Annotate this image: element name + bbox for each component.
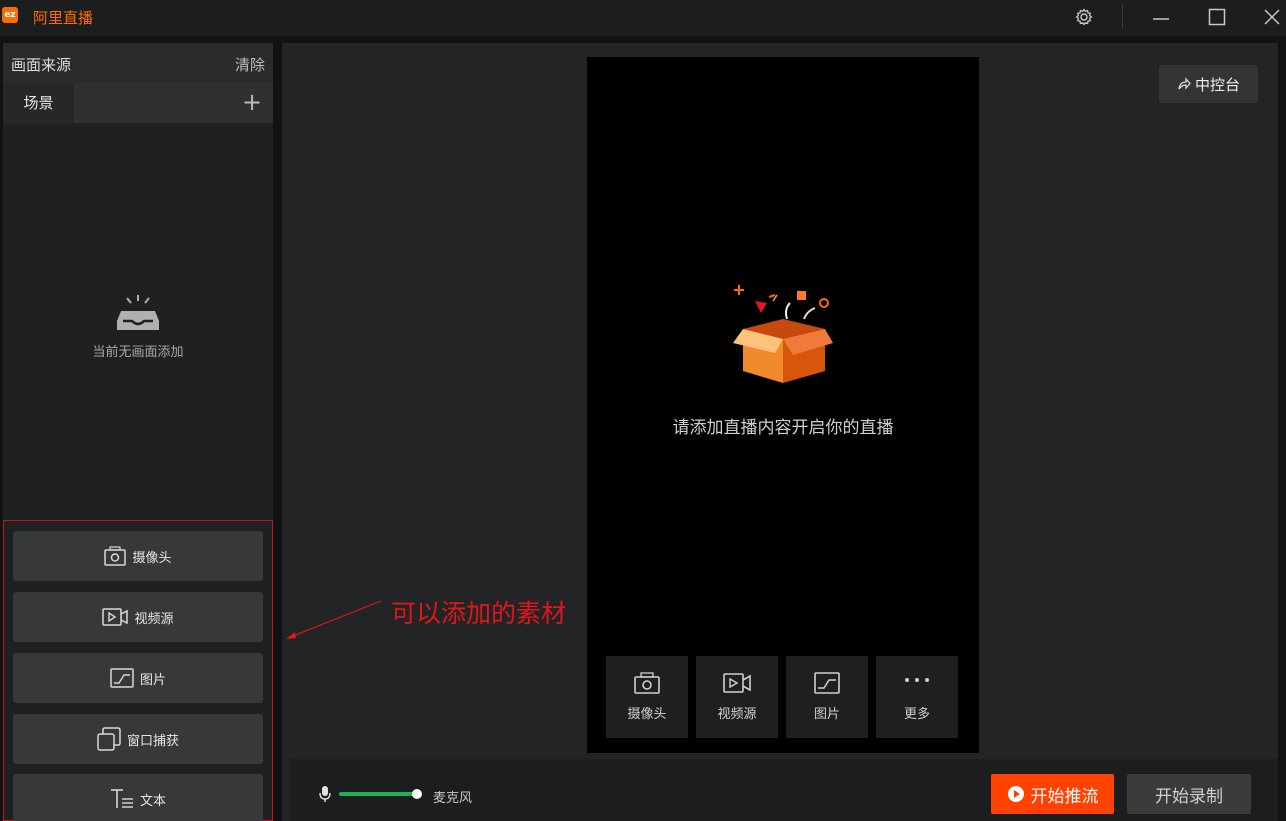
minimize-icon[interactable]: [1146, 4, 1176, 30]
add-image-button[interactable]: 图片: [13, 653, 263, 703]
maximize-icon[interactable]: [1202, 4, 1232, 30]
quick-add-image[interactable]: 图片: [786, 656, 868, 738]
app-title: 阿里直播: [33, 9, 94, 27]
camera-icon: [104, 546, 127, 566]
source-label: 视频源: [134, 611, 174, 627]
empty-tray-icon: [117, 295, 159, 330]
video-icon: [723, 673, 751, 693]
console-button[interactable]: 中控台: [1159, 65, 1258, 103]
mic-label: 麦克风: [433, 791, 473, 806]
source-label: 文本: [139, 793, 166, 809]
quick-add-camera[interactable]: 摄像头: [606, 656, 688, 738]
start-stream-button[interactable]: 开始推流: [991, 774, 1114, 814]
titlebar-divider: [1122, 5, 1123, 29]
add-scene-button[interactable]: +: [237, 88, 267, 118]
annotation-text: 可以添加的素材: [391, 599, 567, 628]
quick-add-label: 更多: [903, 707, 930, 722]
empty-scene-text: 当前无画面添加: [92, 345, 184, 360]
source-label: 窗口捕获: [126, 733, 179, 749]
source-panel-title: 画面来源: [11, 56, 72, 74]
bottom-control-bar: 麦克风 开始推流 开始录制: [290, 759, 1278, 821]
quick-add-video[interactable]: 视频源: [696, 656, 778, 738]
camera-icon: [634, 672, 660, 694]
scene-content: 当前无画面添加: [3, 123, 273, 520]
more-icon: [905, 678, 929, 682]
text-icon: [110, 789, 133, 808]
add-text-button[interactable]: 文本: [13, 774, 263, 821]
mic-volume-slider[interactable]: [339, 792, 417, 796]
app-logo: ez: [2, 7, 18, 23]
preview-hint-text: 请添加直播内容开启你的直播: [672, 418, 894, 438]
tab-scene[interactable]: 场景: [3, 83, 74, 123]
close-icon[interactable]: [1257, 4, 1286, 30]
source-button-list: 摄像头 视频源 图片 窗口捕获 文本: [3, 520, 273, 821]
quick-add-label: 视频源: [717, 707, 757, 722]
add-video-button[interactable]: 视频源: [13, 592, 263, 642]
share-arrow-icon: [1178, 77, 1191, 90]
gift-box-icon: [733, 285, 833, 383]
start-recording-button[interactable]: 开始录制: [1127, 774, 1251, 814]
window-icon: [97, 727, 121, 751]
scene-tab-bar: 场景 +: [3, 83, 273, 123]
play-icon: [1007, 786, 1024, 802]
live-preview: 请添加直播内容开启你的直播 摄像头 视频源 图片 更多: [587, 57, 979, 753]
quick-add-label: 摄像头: [627, 707, 667, 722]
start-stream-label: 开始推流: [1030, 786, 1099, 807]
quick-add-label: 图片: [813, 707, 840, 722]
main-area: 中控台 请添加直播内容开启你的直播 摄像头 视频源 图片 更多 麦克风 开始推流…: [282, 43, 1278, 821]
source-label: 图片: [139, 672, 166, 688]
source-panel: 画面来源 清除 场景 + 当前无画面添加 摄像头 视频源 图片 窗口捕获 文本: [3, 43, 273, 821]
image-icon: [110, 668, 134, 688]
clear-button[interactable]: 清除: [235, 54, 265, 75]
title-bar: ez 阿里直播: [0, 0, 1286, 36]
image-icon: [814, 672, 840, 694]
source-panel-header: 画面来源 清除: [3, 43, 273, 83]
annotation-arrow: [286, 600, 382, 639]
mic-volume-handle[interactable]: [412, 789, 422, 799]
console-label: 中控台: [1194, 75, 1240, 94]
video-icon: [102, 608, 129, 626]
add-camera-button[interactable]: 摄像头: [13, 531, 263, 581]
quick-add-more[interactable]: 更多: [876, 656, 958, 738]
gear-icon[interactable]: [1069, 4, 1099, 30]
source-label: 摄像头: [132, 550, 172, 566]
add-window-capture-button[interactable]: 窗口捕获: [13, 714, 263, 764]
microphone-icon[interactable]: [318, 785, 332, 803]
